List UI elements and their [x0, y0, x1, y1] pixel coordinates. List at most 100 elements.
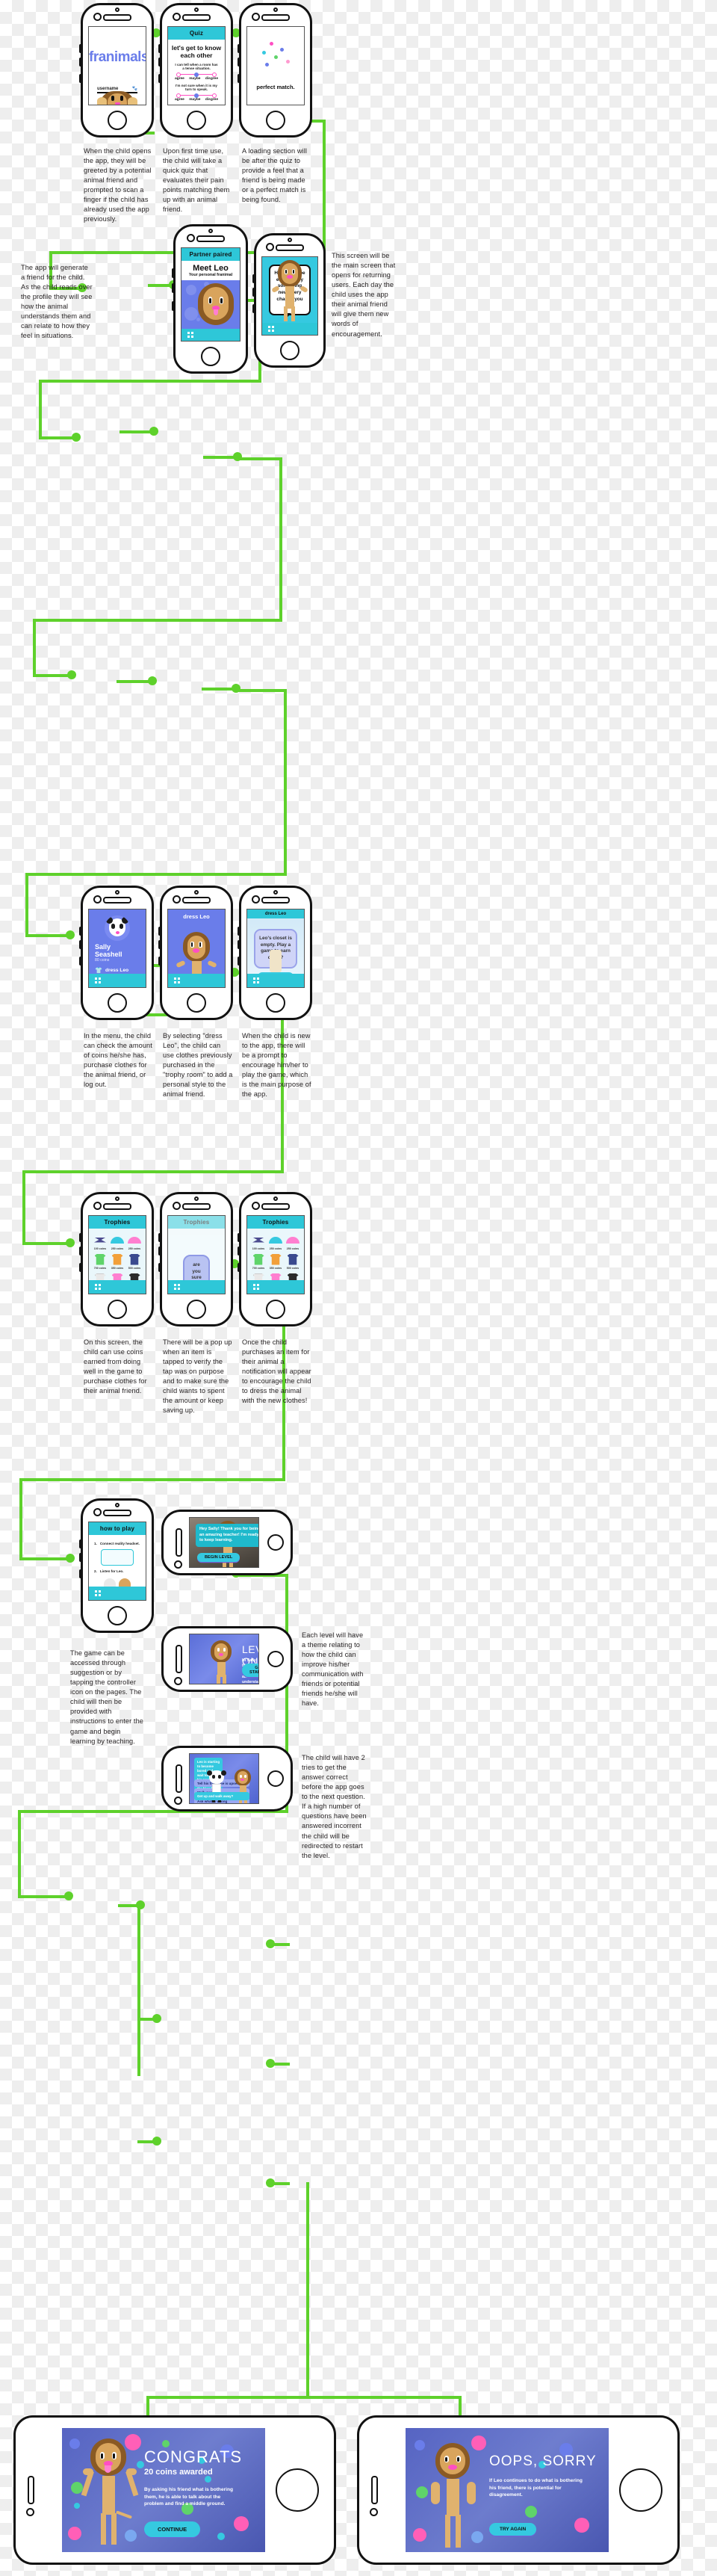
- volume-down-button[interactable]: [158, 940, 161, 949]
- volume-down-button[interactable]: [79, 1553, 82, 1562]
- silent-switch[interactable]: [252, 304, 255, 313]
- home-button[interactable]: [267, 1651, 284, 1667]
- trophy-item[interactable]: 100 coins: [251, 1233, 266, 1250]
- volume-up-button[interactable]: [158, 44, 161, 53]
- home-button[interactable]: [267, 1534, 284, 1551]
- volume-up-button[interactable]: [158, 927, 161, 936]
- proximity-sensor: [194, 890, 199, 895]
- silent-switch[interactable]: [79, 1263, 82, 1272]
- home-button[interactable]: [266, 111, 285, 130]
- home-button[interactable]: [187, 993, 206, 1013]
- grid-icon[interactable]: [253, 977, 259, 983]
- volume-down-button[interactable]: [238, 940, 240, 949]
- silent-switch[interactable]: [158, 957, 161, 966]
- volume-down-button[interactable]: [79, 1247, 82, 1255]
- home-button[interactable]: [187, 1300, 206, 1319]
- trophy-item[interactable]: 500 coins: [127, 1253, 142, 1270]
- home-button[interactable]: [108, 111, 127, 130]
- volume-down-button[interactable]: [79, 940, 82, 949]
- try-again-button[interactable]: TRY AGAIN: [489, 2523, 537, 2536]
- volume-up-button[interactable]: [79, 1233, 82, 1242]
- trophy-item[interactable]: 700 coins: [93, 1253, 108, 1270]
- slider-knob-maybe[interactable]: [194, 93, 199, 98]
- trophy-item[interactable]: 250 coins: [127, 1233, 142, 1250]
- silent-switch[interactable]: [238, 74, 240, 83]
- home-button[interactable]: [108, 993, 127, 1013]
- grid-icon[interactable]: [95, 977, 101, 983]
- volume-up-button[interactable]: [79, 927, 82, 936]
- answer-slider[interactable]: [176, 72, 217, 77]
- grid-icon[interactable]: [95, 1590, 101, 1596]
- get-started-button[interactable]: GET STARTED: [242, 1664, 258, 1677]
- silent-switch[interactable]: [79, 957, 82, 966]
- bottom-nav[interactable]: [168, 1280, 225, 1294]
- volume-up-button[interactable]: [238, 44, 240, 53]
- grid-icon[interactable]: [174, 977, 180, 983]
- home-button[interactable]: [266, 1300, 285, 1319]
- home-button[interactable]: [201, 347, 220, 366]
- volume-up-button[interactable]: [252, 274, 255, 283]
- bottom-nav[interactable]: [262, 323, 317, 335]
- grid-icon[interactable]: [253, 1284, 259, 1290]
- volume-down-button[interactable]: [252, 288, 255, 297]
- volume-up-button[interactable]: [238, 927, 240, 936]
- trophy-item[interactable]: 250 coins: [268, 1233, 283, 1250]
- trophy-item[interactable]: 350 coins: [110, 1253, 125, 1270]
- silent-switch[interactable]: [158, 1263, 161, 1272]
- volume-up-button[interactable]: [79, 1539, 82, 1548]
- home-button[interactable]: [108, 1606, 127, 1625]
- menu-item-dress-leo[interactable]: 👕 dress Leo: [95, 967, 140, 974]
- trophy-item[interactable]: 700 coins: [251, 1253, 266, 1270]
- silent-switch[interactable]: [238, 957, 240, 966]
- home-button[interactable]: [266, 993, 285, 1013]
- silent-switch[interactable]: [79, 74, 82, 83]
- grid-icon[interactable]: [95, 1284, 101, 1290]
- confetti-dot: [525, 2506, 537, 2518]
- volume-down-button[interactable]: [158, 58, 161, 67]
- volume-up-button[interactable]: [79, 44, 82, 53]
- volume-up-button[interactable]: [172, 268, 175, 278]
- bottom-nav[interactable]: [247, 1280, 304, 1294]
- volume-down-button[interactable]: [158, 1247, 161, 1255]
- silent-switch[interactable]: [158, 74, 161, 83]
- volume-down-button[interactable]: [79, 58, 82, 67]
- bottom-nav[interactable]: [181, 329, 240, 341]
- slider-knob-disgree[interactable]: [212, 72, 217, 77]
- trophy-item[interactable]: 350 coins: [268, 1253, 283, 1270]
- home-button[interactable]: [280, 341, 299, 360]
- bottom-nav[interactable]: [247, 974, 304, 987]
- continue-button[interactable]: CONTINUE: [144, 2521, 201, 2537]
- trophy-item[interactable]: 250 coins: [110, 1233, 125, 1250]
- volume-up-button[interactable]: [158, 1233, 161, 1242]
- slider-knob-disgree[interactable]: [212, 93, 217, 98]
- slider-knob-agree[interactable]: [176, 93, 181, 98]
- home-button[interactable]: [187, 111, 206, 130]
- bottom-nav[interactable]: [89, 1587, 146, 1600]
- slider-knob-maybe[interactable]: [194, 72, 199, 77]
- begin-level-button[interactable]: BEGIN LEVEL: [197, 1553, 240, 1562]
- volume-down-button[interactable]: [238, 58, 240, 67]
- home-button[interactable]: [619, 2468, 662, 2512]
- trophy-item[interactable]: 100 coins: [93, 1233, 108, 1250]
- answer-slider[interactable]: [176, 93, 217, 98]
- home-button[interactable]: [276, 2468, 319, 2512]
- menu-item-trophy-room[interactable]: 🏆 trophy room: [95, 987, 140, 988]
- silent-switch[interactable]: [172, 301, 175, 311]
- volume-up-button[interactable]: [238, 1233, 240, 1242]
- grid-icon[interactable]: [187, 332, 193, 338]
- volume-down-button[interactable]: [172, 283, 175, 293]
- grid-icon[interactable]: [268, 326, 274, 332]
- home-button[interactable]: [267, 1770, 284, 1787]
- volume-down-button[interactable]: [238, 1247, 240, 1255]
- silent-switch[interactable]: [79, 1569, 82, 1578]
- trophy-item[interactable]: 250 coins: [285, 1233, 300, 1250]
- home-button[interactable]: [108, 1300, 127, 1319]
- bottom-nav[interactable]: [89, 974, 146, 987]
- loading-animation: perfect match.: [247, 27, 304, 105]
- bottom-nav[interactable]: [168, 974, 225, 987]
- silent-switch[interactable]: [238, 1263, 240, 1272]
- trophy-item[interactable]: 500 coins: [285, 1253, 300, 1270]
- slider-knob-agree[interactable]: [176, 72, 181, 77]
- grid-icon[interactable]: [174, 1284, 180, 1290]
- bottom-nav[interactable]: [89, 1280, 146, 1294]
